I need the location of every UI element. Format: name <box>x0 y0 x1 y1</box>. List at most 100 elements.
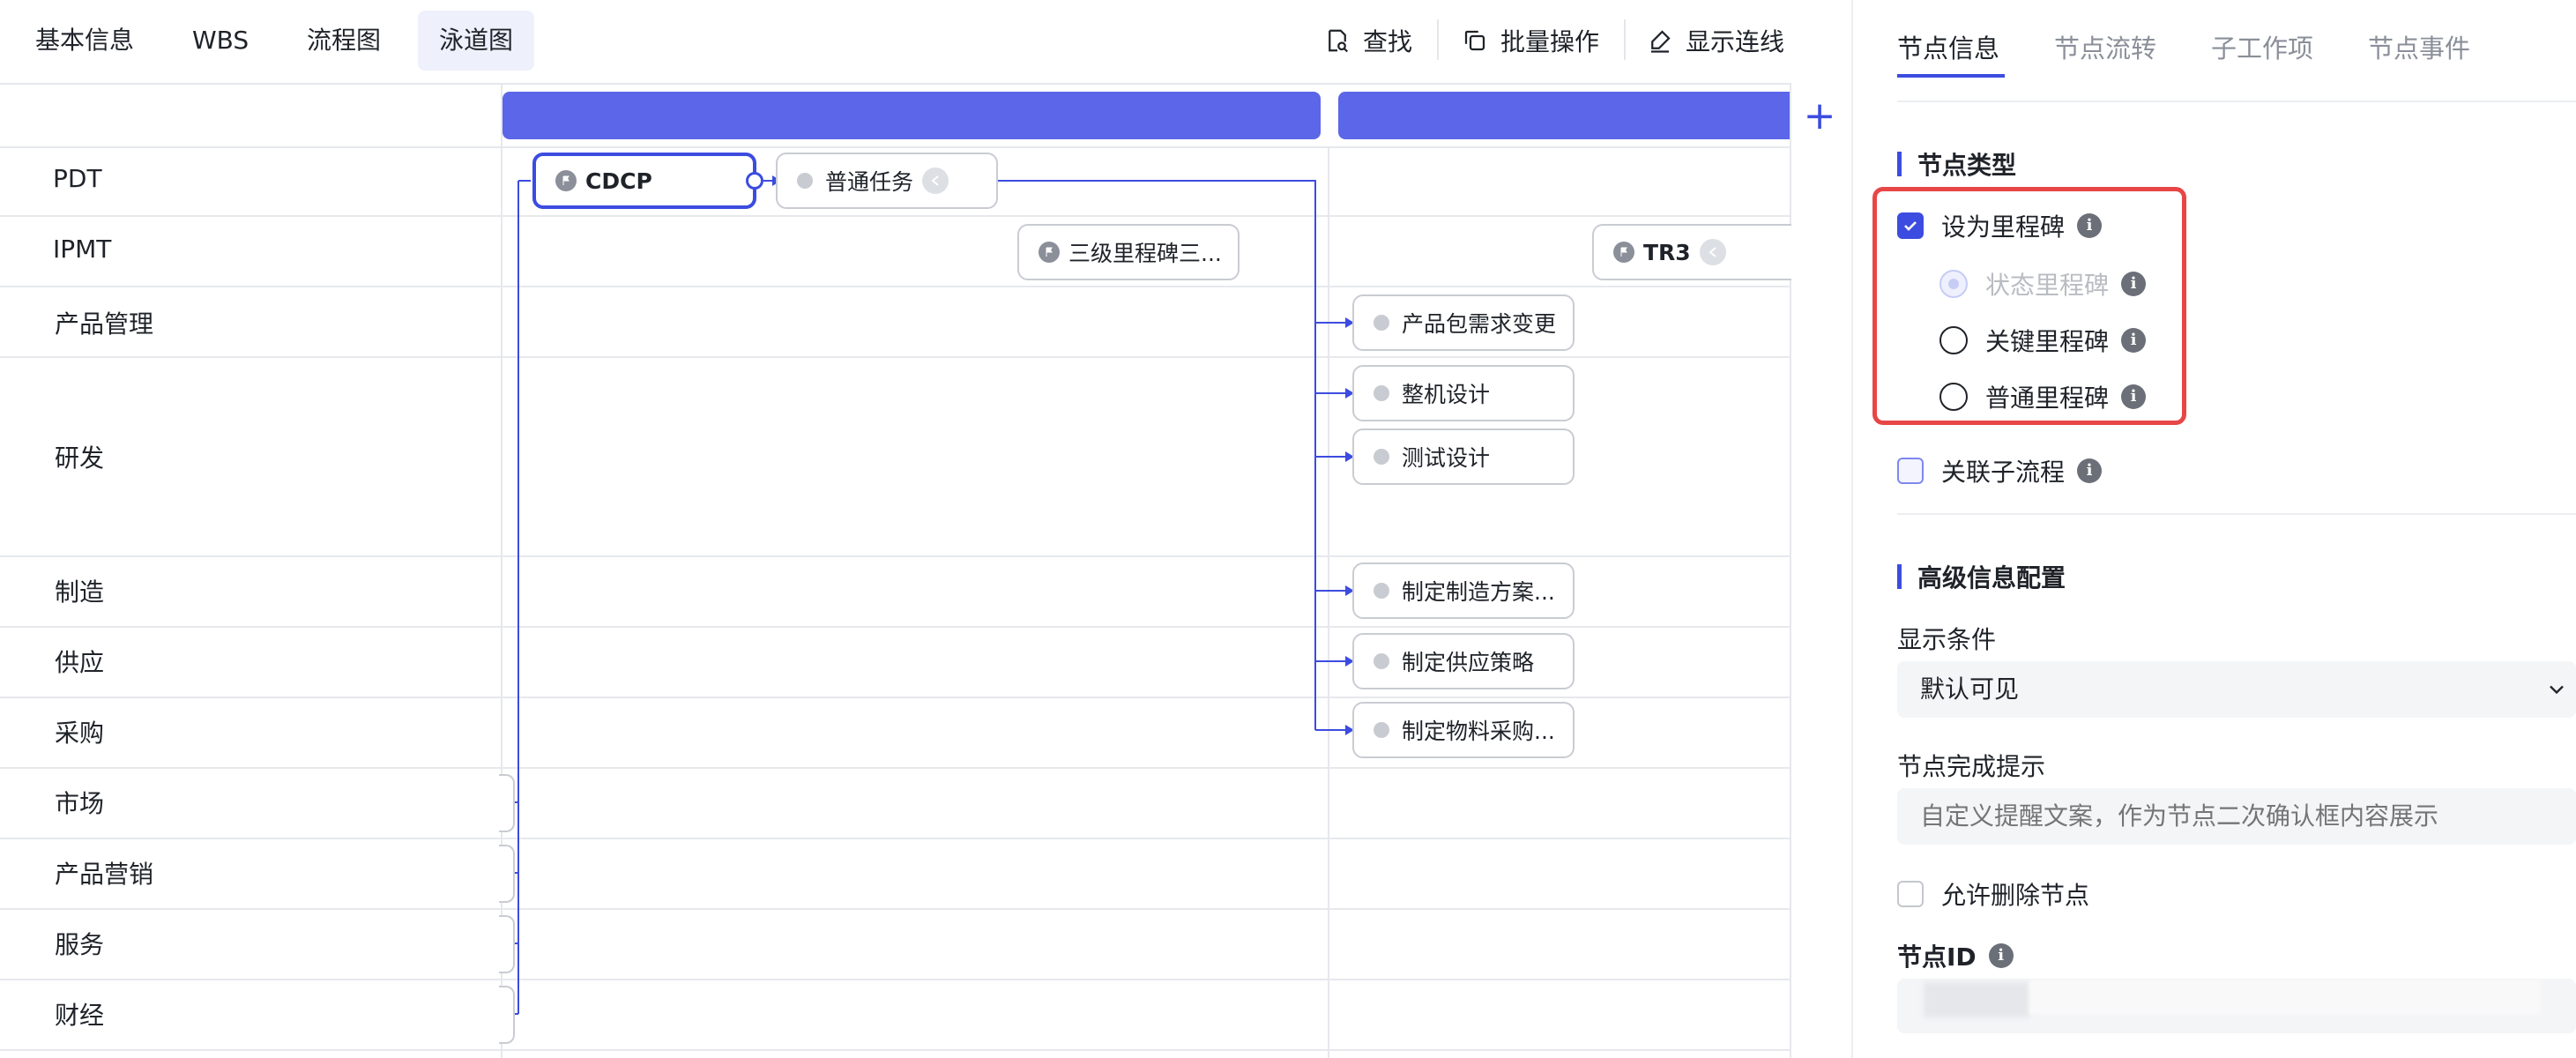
lane-label: IPMT <box>53 235 112 264</box>
lane-label: PDT <box>53 164 102 193</box>
phase-bar[interactable] <box>503 92 1321 139</box>
tab-node-events[interactable]: 节点事件 <box>2368 28 2470 65</box>
node-label: 制定物料采购... <box>1402 719 1555 744</box>
section-advanced-config: 高级信息配置 <box>1897 559 2066 594</box>
node-id-field[interactable] <box>1897 979 2576 1033</box>
node-label: TR3 <box>1643 239 1691 265</box>
node-label: 普通任务 <box>825 169 914 195</box>
node-label: CDCP <box>585 168 652 194</box>
milestone-flag-icon <box>1039 242 1060 263</box>
toolbar-divider <box>1437 19 1439 60</box>
tab-basic-info[interactable]: 基本信息 <box>14 11 155 71</box>
grid-line <box>0 215 1791 217</box>
show-lines-label: 显示连线 <box>1686 27 1785 56</box>
link-subprocess-checkbox-row[interactable]: 关联子流程 i <box>1897 453 2103 488</box>
node-tr3[interactable]: TR3 <box>1592 224 1791 280</box>
node-third-level-milestone[interactable]: 三级里程碑三... <box>1017 224 1240 280</box>
batch-copy-icon <box>1464 30 1485 51</box>
node-label: 三级里程碑三... <box>1068 241 1222 266</box>
find-button[interactable]: 查找 <box>1324 11 1412 71</box>
link-subprocess-checkbox[interactable] <box>1897 458 1924 484</box>
node-label: 制定供应策略 <box>1402 650 1535 675</box>
grid-line <box>0 979 1791 980</box>
phase-bar[interactable] <box>1338 92 1790 139</box>
node-label: 整机设计 <box>1402 382 1491 407</box>
tab-wbs[interactable]: WBS <box>171 11 270 71</box>
lane-label: 采购 <box>55 719 105 748</box>
node-machine-design[interactable]: 整机设计 <box>1352 365 1575 421</box>
node-manufacturing-plan[interactable]: 制定制造方案... <box>1352 563 1575 619</box>
lane-label: 财经 <box>55 1001 105 1030</box>
lane-label: 市场 <box>55 789 105 818</box>
node-test-design[interactable]: 测试设计 <box>1352 428 1575 485</box>
lane-label: 研发 <box>55 443 105 473</box>
tab-node-info[interactable]: 节点信息 <box>1897 28 1999 65</box>
chevron-down-icon <box>2550 685 2564 695</box>
panel-separator <box>1897 101 2576 102</box>
lane-node-stub[interactable] <box>499 915 515 973</box>
search-doc-icon <box>1329 29 1349 53</box>
grid-line <box>0 146 1791 148</box>
link-subprocess-label: 关联子流程 <box>1941 458 2066 487</box>
section-accent-bar <box>1897 152 1902 176</box>
batch-operation-button[interactable]: 批量操作 <box>1462 11 1599 71</box>
redacted-value <box>1924 982 2029 1017</box>
info-icon[interactable]: i <box>1988 943 2014 968</box>
grid-line <box>0 83 1791 85</box>
batch-operation-label: 批量操作 <box>1500 27 1600 56</box>
node-normal-task[interactable]: 普通任务 <box>776 153 998 209</box>
node-cdcp[interactable]: CDCP <box>532 153 756 209</box>
lane-label: 产品管理 <box>55 309 154 339</box>
tab-sub-work-items[interactable]: 子工作项 <box>2211 28 2313 65</box>
node-label: 制定制造方案... <box>1402 579 1555 605</box>
allow-delete-checkbox-row[interactable]: 允许删除节点 <box>1897 876 2089 912</box>
add-phase-button[interactable]: + <box>1802 95 1837 138</box>
lane-label: 服务 <box>55 930 105 959</box>
grid-line <box>0 1049 1791 1051</box>
completion-hint-input[interactable] <box>1897 788 2576 845</box>
status-dot-icon <box>797 173 813 189</box>
tab-node-flow[interactable]: 节点流转 <box>2054 28 2156 65</box>
display-condition-value: 默认可见 <box>1920 674 2020 704</box>
grid-line <box>0 838 1791 839</box>
redacted-value <box>2029 980 2541 1014</box>
grid-line <box>0 555 1791 557</box>
allow-delete-label: 允许删除节点 <box>1941 881 2090 910</box>
tab-swimlane[interactable]: 泳道图 <box>418 11 535 71</box>
lane-header-divider <box>501 83 503 1058</box>
grid-line <box>0 626 1791 628</box>
display-condition-label: 显示条件 <box>1897 625 1997 654</box>
status-dot-icon <box>1374 449 1389 465</box>
show-lines-button[interactable]: 显示连线 <box>1647 11 1784 71</box>
info-icon[interactable]: i <box>2077 458 2103 483</box>
section-node-type: 节点类型 <box>1897 146 2016 182</box>
display-condition-select[interactable]: 默认可见 <box>1897 661 2576 718</box>
node-material-purchase[interactable]: 制定物料采购... <box>1352 702 1575 758</box>
section-accent-bar <box>1897 564 1902 589</box>
status-dot-icon <box>1374 583 1389 599</box>
lane-node-stub[interactable] <box>499 986 515 1044</box>
lane-label: 制造 <box>55 577 105 607</box>
grid-line <box>0 908 1791 910</box>
grid-line <box>0 286 1791 287</box>
lane-label: 供应 <box>55 648 105 677</box>
tab-flowchart[interactable]: 流程图 <box>286 11 402 71</box>
status-dot-icon <box>1374 315 1389 331</box>
lane-node-stub[interactable] <box>499 774 515 832</box>
annotation-highlight-box <box>1872 187 2186 425</box>
return-arrow-icon <box>1699 239 1726 265</box>
allow-delete-checkbox[interactable] <box>1897 881 1924 907</box>
toolbar-divider <box>1624 19 1626 60</box>
lane-node-stub[interactable] <box>499 845 515 903</box>
phase-divider <box>1328 146 1329 1058</box>
node-connect-port[interactable] <box>746 172 763 190</box>
node-id-label: 节点ID <box>1897 943 1977 972</box>
return-arrow-icon <box>922 168 949 194</box>
section-title: 节点类型 <box>1917 151 2017 180</box>
pen-icon <box>1651 30 1671 53</box>
node-supply-strategy[interactable]: 制定供应策略 <box>1352 633 1575 689</box>
node-label: 产品包需求变更 <box>1402 311 1557 337</box>
node-product-package-change[interactable]: 产品包需求变更 <box>1352 294 1575 351</box>
grid-line <box>0 697 1791 698</box>
lane-label: 产品营销 <box>55 860 154 889</box>
